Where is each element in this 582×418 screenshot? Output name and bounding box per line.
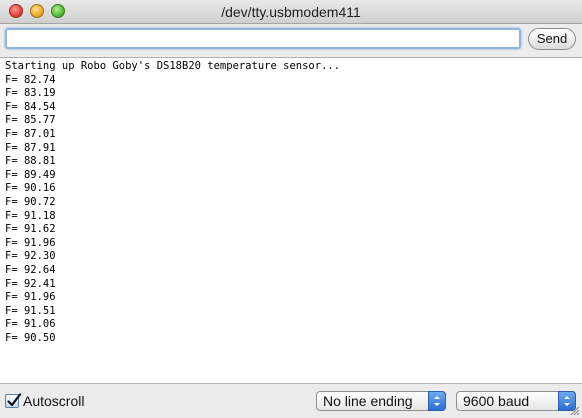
output-line: F= 89.49 [5, 168, 56, 181]
send-button[interactable]: Send [528, 28, 576, 50]
baud-rate-value: 9600 baud [463, 393, 530, 409]
resize-grip-icon[interactable] [568, 404, 580, 416]
line-ending-value: No line ending [323, 393, 413, 409]
autoscroll-toggle[interactable]: Autoscroll [5, 393, 84, 409]
select-arrows-icon [428, 391, 446, 411]
serial-output[interactable]: Starting up Robo Goby's DS18B20 temperat… [0, 57, 582, 384]
output-line: F= 90.50 [5, 331, 56, 344]
output-line: F= 92.64 [5, 263, 56, 276]
output-line: F= 82.74 [5, 73, 56, 86]
output-line: F= 91.18 [5, 209, 56, 222]
output-line: F= 92.41 [5, 277, 56, 290]
output-line: F= 91.51 [5, 304, 56, 317]
output-line: F= 91.96 [5, 291, 56, 304]
output-line: F= 91.06 [5, 318, 56, 331]
output-line: F= 87.91 [5, 141, 56, 154]
serial-input[interactable] [5, 28, 521, 49]
output-line: F= 92.30 [5, 250, 56, 263]
output-line: F= 88.81 [5, 155, 56, 168]
serial-monitor-window: /dev/tty.usbmodem411 Send Starting up Ro… [0, 0, 582, 418]
output-line: F= 91.62 [5, 223, 56, 236]
output-line: Starting up Robo Goby's DS18B20 temperat… [5, 60, 341, 72]
title-bar[interactable]: /dev/tty.usbmodem411 [0, 0, 582, 24]
output-line: F= 87.01 [5, 127, 56, 140]
checkmark-icon [7, 393, 22, 407]
input-row: Send [0, 24, 582, 58]
autoscroll-checkbox[interactable] [5, 393, 22, 408]
bottom-bar: Autoscroll No line ending 9600 baud [0, 384, 582, 418]
baud-rate-select[interactable]: 9600 baud [456, 391, 576, 411]
output-line: F= 90.72 [5, 195, 56, 208]
output-line: F= 83.19 [5, 87, 56, 100]
window-title: /dev/tty.usbmodem411 [221, 4, 361, 20]
output-line: F= 85.77 [5, 114, 56, 127]
output-line: F= 90.16 [5, 182, 56, 195]
autoscroll-label: Autoscroll [23, 393, 85, 409]
output-line: F= 84.54 [5, 100, 56, 113]
line-ending-select[interactable]: No line ending [316, 391, 446, 411]
output-line: F= 91.96 [5, 236, 56, 249]
